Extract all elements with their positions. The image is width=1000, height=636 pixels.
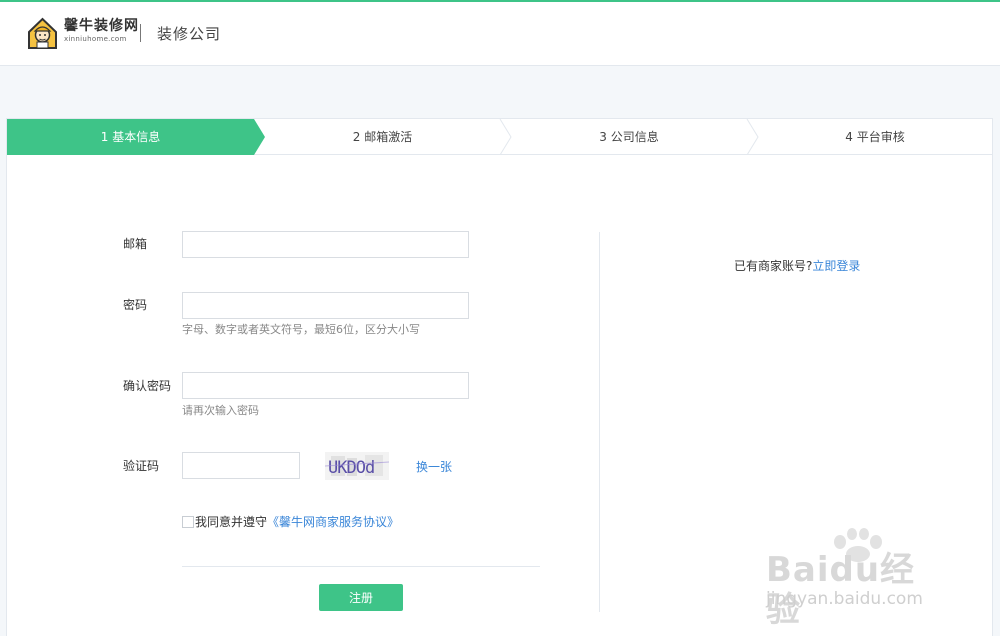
step-1-basic-info: 1 基本信息: [100, 130, 161, 144]
confirm-password-field[interactable]: [183, 373, 468, 398]
email-field-wrapper: [182, 231, 469, 258]
header-separator: [140, 24, 141, 42]
brand[interactable]: 馨牛装修网 xinniuhome.com: [64, 18, 139, 44]
baidu-watermark: Baidu经验 jingyan.baidu.com: [766, 528, 950, 630]
captcha-field[interactable]: [183, 453, 299, 478]
step-2-email-activation: 2 邮箱激活: [352, 130, 413, 144]
agree-text-row: 我同意并遵守《馨牛网商家服务协议》: [195, 514, 399, 530]
captcha-field-wrapper: [182, 452, 300, 479]
email-field[interactable]: [183, 232, 468, 257]
watermark-sub: jingyan.baidu.com: [766, 589, 923, 609]
confirm-password-label: 确认密码: [123, 379, 172, 393]
brand-name: 馨牛装修网: [64, 18, 139, 34]
top-header: 馨牛装修网 xinniuhome.com 装修公司: [0, 0, 1000, 66]
password-hint: 字母、数字或者英文符号，最短6位，区分大小写: [182, 323, 420, 336]
email-label: 邮箱: [123, 237, 148, 251]
confirm-password-hint: 请再次输入密码: [182, 404, 259, 417]
register-button[interactable]: 注册: [319, 584, 403, 611]
agree-checkbox[interactable]: [182, 516, 194, 528]
step-progress: 1 基本信息 2 邮箱激活 3 公司信息 4 平台审核: [7, 119, 992, 155]
form-divider: [182, 566, 540, 567]
password-field[interactable]: [183, 293, 468, 318]
login-link[interactable]: 立即登录: [812, 259, 860, 273]
login-prompt: 已有商家账号?: [734, 259, 813, 273]
confirm-password-field-wrapper: [182, 372, 469, 399]
service-agreement-link[interactable]: 《馨牛网商家服务协议》: [267, 515, 399, 529]
refresh-captcha-link[interactable]: 换一张: [416, 459, 452, 475]
password-label: 密码: [123, 298, 148, 312]
step-3-company-info: 3 公司信息: [599, 130, 659, 144]
page-title: 装修公司: [157, 25, 222, 43]
column-divider: [599, 232, 600, 612]
svg-text:UKDOd: UKDOd: [328, 458, 374, 478]
logo-icon[interactable]: [26, 16, 59, 50]
step-4-platform-review: 4 平台审核: [845, 130, 905, 144]
captcha-label: 验证码: [123, 459, 160, 473]
agree-text: 我同意并遵守: [195, 515, 268, 529]
password-field-wrapper: [182, 292, 469, 319]
captcha-image[interactable]: UKDOd: [324, 452, 390, 480]
login-tip: 已有商家账号?立即登录: [734, 258, 860, 274]
brand-domain: xinniuhome.com: [64, 35, 127, 43]
